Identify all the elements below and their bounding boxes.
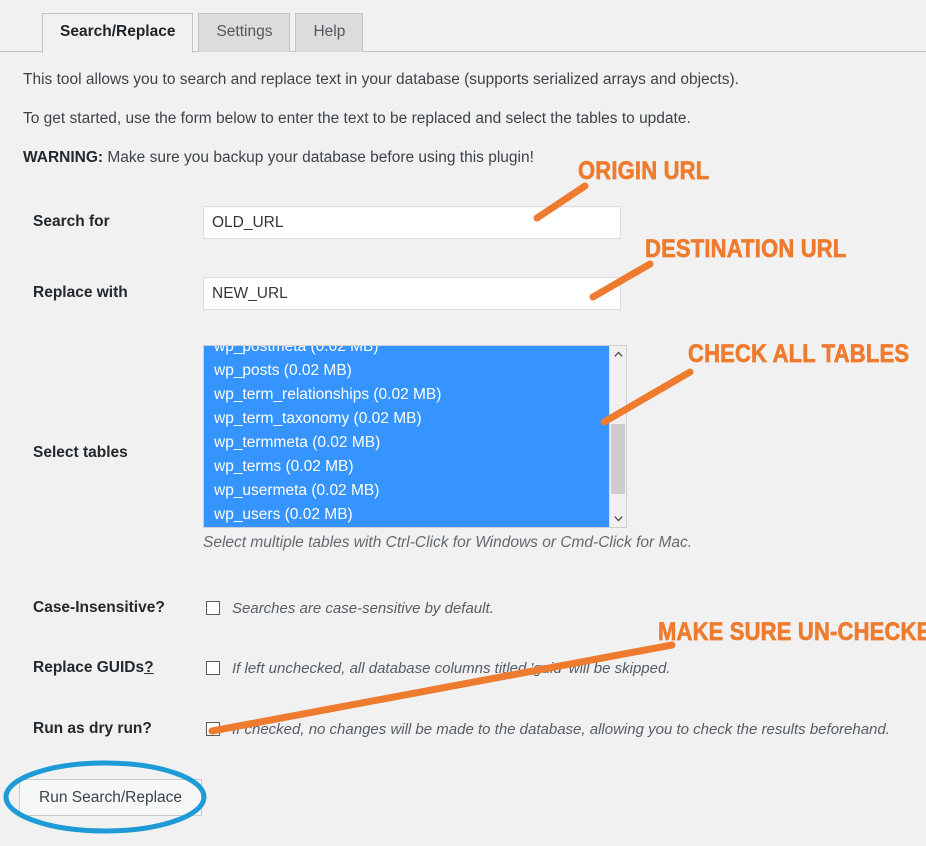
table-list-item[interactable]: wp_termmeta (0.02 MB) — [204, 431, 609, 455]
tab-settings[interactable]: Settings — [198, 13, 291, 52]
replace-guids-help-link[interactable]: ? — [144, 659, 153, 676]
select-tables-listbox[interactable]: wp_postmeta (0.02 MB) wp_posts (0.02 MB) w… — [203, 345, 627, 528]
dry-run-label: Run as dry run? — [33, 720, 152, 737]
annotation-origin-url: ORIGIN URL — [578, 157, 710, 186]
plugin-page: Search/Replace Settings Help This tool a… — [0, 0, 926, 841]
intro-paragraph-2: To get started, use the form below to en… — [23, 110, 691, 127]
select-tables-list[interactable]: wp_postmeta (0.02 MB) wp_posts (0.02 MB) w… — [204, 346, 609, 527]
replace-with-field-wrap — [203, 277, 621, 310]
run-search-replace-button[interactable]: Run Search/Replace — [19, 779, 203, 816]
select-tables-list-inner: wp_postmeta (0.02 MB) wp_posts (0.02 MB) w… — [204, 346, 609, 527]
replace-with-label: Replace with — [33, 284, 128, 301]
select-tables-label: Select tables — [33, 444, 128, 461]
replace-guids-label-text: Replace GUIDs — [33, 659, 145, 676]
scroll-down-arrow-icon[interactable] — [610, 510, 626, 527]
tab-help-label: Help — [313, 23, 346, 41]
table-list-item[interactable]: wp_term_relationships (0.02 MB) — [204, 383, 609, 407]
table-list-item[interactable]: wp_users (0.02 MB) — [204, 503, 609, 527]
select-tables-helper: Select multiple tables with Ctrl-Click f… — [203, 534, 693, 551]
table-list-item[interactable]: wp_postmeta (0.02 MB) — [204, 346, 609, 359]
tab-search-replace-label: Search/Replace — [60, 23, 176, 41]
warning-label: WARNING: — [23, 149, 104, 166]
table-list-item[interactable]: wp_posts (0.02 MB) — [204, 359, 609, 383]
annotation-destination-url: DESTINATION URL — [645, 235, 847, 264]
case-insensitive-description: Searches are case-sensitive by default. — [232, 600, 494, 617]
dry-run-checkbox[interactable] — [206, 722, 220, 736]
table-list-item[interactable]: wp_usermeta (0.02 MB) — [204, 479, 609, 503]
annotation-check-all-tables: CHECK ALL TABLES — [688, 340, 910, 369]
replace-guids-checkbox[interactable] — [206, 661, 220, 675]
table-list-item[interactable]: wp_terms (0.02 MB) — [204, 455, 609, 479]
replace-with-input[interactable] — [203, 277, 621, 310]
search-for-input[interactable] — [203, 206, 621, 239]
tab-search-replace[interactable]: Search/Replace — [42, 13, 194, 53]
tab-bar: Search/Replace Settings Help — [0, 0, 926, 53]
arrow-make-sure-unchecked — [208, 641, 676, 735]
replace-guids-description: If left unchecked, all database columns … — [232, 660, 671, 677]
scrollbar-thumb[interactable] — [611, 424, 625, 494]
tab-list: Search/Replace Settings Help — [42, 13, 364, 53]
dry-run-description: If checked, no changes will be made to t… — [232, 721, 890, 738]
replace-guids-label: Replace GUIDs? — [33, 659, 154, 677]
case-insensitive-label: Case-Insensitive? — [33, 599, 165, 616]
table-list-item[interactable]: wp_term_taxonomy (0.02 MB) — [204, 407, 609, 431]
search-for-label: Search for — [33, 213, 110, 230]
annotation-make-sure-unchecked: MAKE SURE UN-CHECKED — [658, 618, 926, 647]
intro-warning: WARNING: Make sure you backup your datab… — [23, 148, 534, 168]
listbox-scrollbar[interactable] — [609, 346, 626, 527]
tab-settings-label: Settings — [216, 23, 273, 41]
tab-help[interactable]: Help — [295, 13, 364, 52]
search-for-field-wrap — [203, 206, 621, 239]
warning-text: Make sure you backup your database befor… — [103, 149, 534, 166]
scroll-up-arrow-icon[interactable] — [610, 346, 626, 363]
case-insensitive-checkbox[interactable] — [206, 601, 220, 615]
intro-paragraph-1: This tool allows you to search and repla… — [23, 71, 739, 88]
